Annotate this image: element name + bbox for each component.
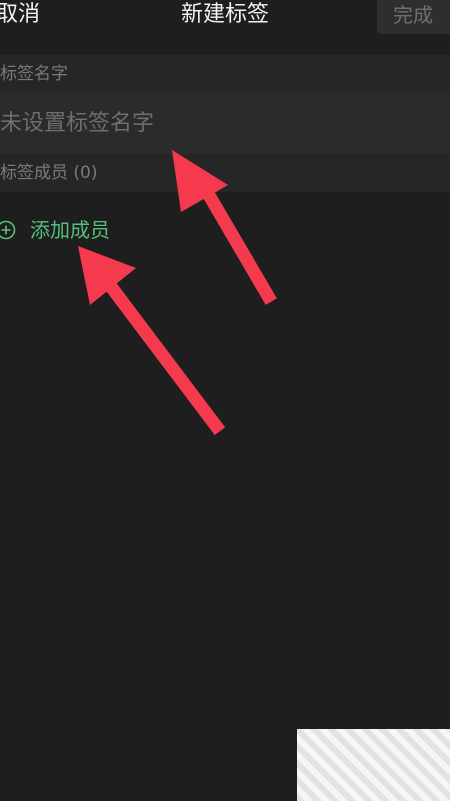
done-button[interactable]: 完成 (377, 0, 450, 34)
plus-circle-icon (0, 220, 16, 240)
tag-name-input[interactable] (0, 92, 450, 154)
tag-name-section-label: 标签名字 (0, 55, 450, 92)
add-member-button[interactable]: 添加成员 (0, 210, 110, 250)
new-tag-screen: 取消 新建标签 完成 标签名字 标签成员 (0) 添加成员 (0, 0, 450, 801)
red-arrow-icon (78, 246, 226, 436)
watermark (297, 729, 450, 801)
top-bar: 取消 新建标签 完成 (0, 0, 450, 52)
add-member-label: 添加成员 (30, 218, 110, 242)
tag-members-section-label: 标签成员 (0) (0, 154, 450, 192)
